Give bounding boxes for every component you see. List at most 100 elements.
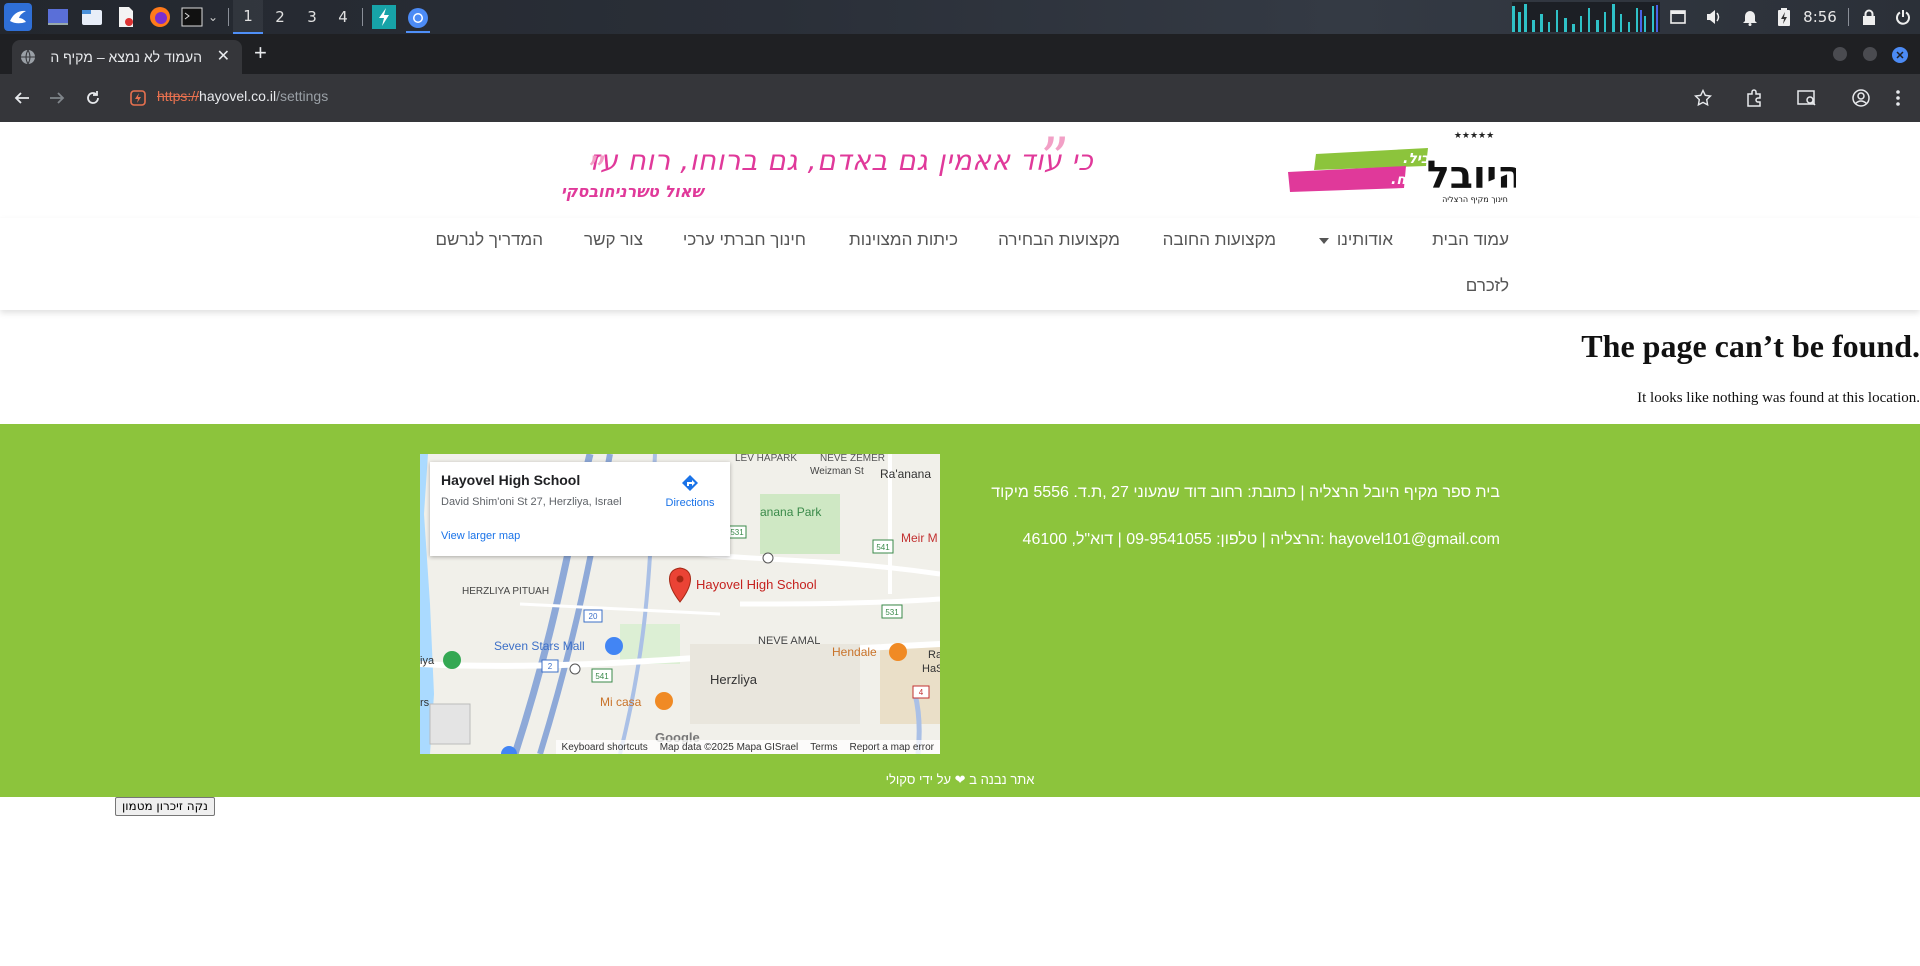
window-icon[interactable]: [1666, 0, 1690, 34]
map-label: HERZLIYA PITUAH: [462, 586, 549, 597]
taskbar-separator: [228, 8, 229, 26]
view-larger-map-link[interactable]: View larger map: [441, 530, 520, 542]
map-directions-button[interactable]: Directions: [660, 474, 720, 509]
tab-search-icon[interactable]: [1795, 86, 1819, 110]
road-shield: 531: [727, 525, 747, 539]
map-info-card: Hayovel High School David Shim'oni St 27…: [430, 462, 730, 556]
terms-link[interactable]: Terms: [810, 742, 837, 753]
nav-applicant-guide[interactable]: המדריך לנרשם: [436, 230, 543, 250]
transit-pin-icon[interactable]: [443, 651, 461, 669]
directions-icon: [682, 475, 698, 491]
site-logo[interactable]: לומדים להוביל. לומדים להצליח. ★★★★★ היוב…: [1286, 130, 1523, 212]
report-map-error-link[interactable]: Report a map error: [850, 742, 934, 753]
nav-about-label: אודותינו: [1336, 230, 1393, 249]
road-shield: 531: [881, 604, 903, 619]
not-found-message: It looks like nothing was found at this …: [1637, 390, 1920, 406]
map-label: iya: [420, 655, 435, 667]
logo-name: היובל: [1427, 153, 1516, 197]
station-pin-icon[interactable]: [569, 663, 581, 675]
forward-arrow-icon[interactable]: [45, 86, 69, 110]
url-scheme: https://: [157, 88, 200, 104]
workspace-2[interactable]: 2: [265, 0, 295, 34]
maximize-button[interactable]: [1863, 47, 1877, 61]
browser-menu-icon[interactable]: [1886, 86, 1910, 110]
map-label: LEV HAPARK: [735, 454, 797, 464]
tab-close-icon[interactable]: ✕: [217, 46, 230, 66]
lock-icon[interactable]: [1858, 0, 1880, 34]
close-window-button[interactable]: ✕: [1892, 47, 1908, 63]
road-shield: 20: [583, 609, 603, 623]
minimize-button[interactable]: [1833, 47, 1847, 61]
file-manager-icon[interactable]: [80, 5, 104, 29]
power-icon[interactable]: [1892, 0, 1914, 34]
svg-text:4: 4: [919, 688, 924, 697]
firefox-icon[interactable]: [148, 5, 172, 29]
nav-social-education[interactable]: חינוך חברתי ערכי: [683, 230, 806, 250]
extensions-icon[interactable]: [1742, 86, 1766, 110]
app-launcher-icon[interactable]: [4, 3, 32, 31]
street-view-control[interactable]: [429, 703, 471, 745]
map-label: Ra: [928, 649, 940, 661]
desktop-icon[interactable]: [46, 5, 70, 29]
road-shield: 4: [912, 685, 930, 699]
address-bar[interactable]: https://hayovel.co.il/settings: [157, 88, 328, 104]
tab-title: העמוד לא נמצא – מקיף ה: [50, 49, 202, 65]
quote-text: כי עוד אאמין גם באדם, גם ברוחו, רוח עז: [590, 144, 1094, 177]
new-tab-button[interactable]: +: [254, 40, 267, 66]
browser-tabstrip: העמוד לא נמצא – מקיף ה ✕ + ✕: [0, 34, 1920, 74]
nav-contact[interactable]: צור קשר: [584, 230, 643, 250]
nav-excellence-classes[interactable]: כיתות המצוינות: [849, 230, 958, 250]
footer-copyright: אתר נבנה ב ❤ על ידי סקולי: [885, 772, 1035, 787]
svg-text:★★★★★: ★★★★★: [1454, 130, 1494, 140]
site-header: לומדים להוביל. לומדים להצליח. ★★★★★ היוב…: [0, 122, 1920, 219]
chevron-down-icon[interactable]: ⌄: [206, 5, 220, 29]
url-path: /settings: [276, 88, 329, 104]
not-secure-icon[interactable]: [126, 86, 150, 110]
station-pin-icon[interactable]: [762, 552, 774, 564]
globe-icon: [21, 49, 35, 65]
restaurant-pin-icon[interactable]: [889, 643, 907, 661]
embedded-map[interactable]: LEV HAPARK NEVE ZEMER Weizman St Ra'anan…: [420, 454, 940, 754]
workspace-4[interactable]: 4: [328, 0, 358, 34]
nav-about[interactable]: אודותינו: [1318, 230, 1393, 250]
svg-text:531: 531: [730, 528, 744, 537]
nav-required-subjects[interactable]: מקצועות החובה: [1163, 230, 1276, 250]
map-place-name: Hayovel High School: [441, 472, 581, 488]
url-host: hayovel.co.il: [199, 88, 277, 104]
clear-cache-button[interactable]: נקה זיכרון מטמון: [115, 797, 215, 816]
map-credits: Keyboard shortcuts Map data ©2025 Mapa G…: [555, 740, 940, 754]
footer-contact: 46100 ,הרצליה | טלפון: 09-9541055 | דוא"…: [1022, 531, 1500, 548]
keyboard-shortcuts-link[interactable]: Keyboard shortcuts: [562, 742, 648, 753]
mall-pin-icon[interactable]: [605, 637, 623, 655]
workspace-3[interactable]: 3: [297, 0, 327, 34]
map-data-credit: Map data ©2025 Mapa GISrael: [659, 741, 799, 753]
volume-icon[interactable]: [1702, 0, 1726, 34]
clock: 8:56: [1803, 8, 1837, 26]
document-viewer-icon[interactable]: [114, 5, 138, 29]
terminal-icon[interactable]: [180, 5, 204, 29]
browser-tab[interactable]: העמוד לא נמצא – מקיף ה ✕: [12, 40, 242, 74]
nav-memorial[interactable]: לזכרם: [1466, 276, 1509, 296]
svg-text:541: 541: [595, 672, 609, 681]
system-monitor-graph: [1512, 0, 1660, 34]
chromium-icon[interactable]: [406, 5, 430, 33]
notification-bell-icon[interactable]: [1738, 0, 1762, 34]
bookmark-star-icon[interactable]: [1691, 86, 1715, 110]
marker-label: Hayovel High School: [696, 577, 817, 592]
back-arrow-icon[interactable]: [10, 86, 34, 110]
road-shield: 541: [591, 668, 613, 683]
nav-home[interactable]: עמוד הבית: [1432, 230, 1509, 250]
chevron-down-icon: [1318, 237, 1329, 244]
taskbar-separator: [362, 8, 363, 26]
directions-label: Directions: [665, 497, 715, 509]
map-place-address: David Shim'oni St 27, Herzliya, Israel: [441, 496, 622, 508]
page-title: The page can’t be found.: [1581, 328, 1920, 364]
reload-icon[interactable]: [81, 86, 105, 110]
profile-icon[interactable]: [1849, 86, 1873, 110]
workspace-1[interactable]: 1: [233, 0, 263, 34]
battery-charging-icon[interactable]: [1772, 0, 1796, 34]
nav-elective-subjects[interactable]: מקצועות הבחירה: [998, 230, 1120, 250]
svg-text:541: 541: [876, 543, 890, 552]
restaurant-pin-icon[interactable]: [655, 692, 673, 710]
bolt-app-icon[interactable]: [372, 5, 396, 29]
